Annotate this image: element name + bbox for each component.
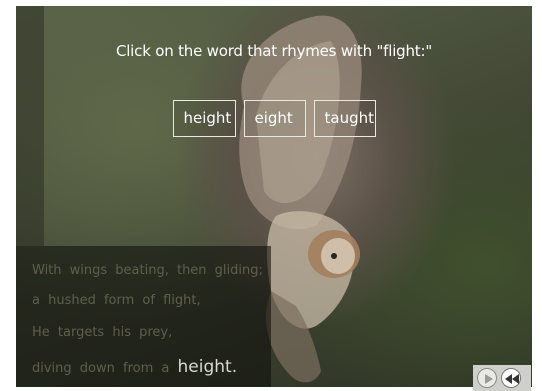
poem-line-4: diving down from a height. — [32, 357, 237, 377]
choice-eight-button[interactable]: eight — [243, 100, 306, 137]
question-prompt: Click on the word that rhymes with "flig… — [115, 42, 433, 60]
choice-taught-button[interactable]: taught — [313, 100, 376, 137]
poem-line-3: He targets his prey, — [32, 325, 173, 340]
play-button[interactable] — [477, 368, 497, 388]
poem-highlight-word: height. — [177, 357, 238, 377]
play-icon — [485, 374, 493, 384]
poem-line-4-prefix: diving down from a — [32, 361, 170, 376]
rewind-icon — [505, 374, 519, 384]
poem-line-2: a hushed form of flight, — [32, 293, 201, 308]
answer-choices: height eight taught — [16, 100, 532, 137]
playback-controls — [473, 365, 531, 391]
slide-stage: Click on the word that rhymes with "flig… — [16, 6, 532, 387]
choice-height-button[interactable]: height — [172, 100, 236, 137]
poem-line-1: With wings beating, then gliding; — [32, 263, 263, 278]
poem-panel: With wings beating, then gliding; a hush… — [16, 246, 271, 387]
rewind-button[interactable] — [501, 368, 521, 388]
